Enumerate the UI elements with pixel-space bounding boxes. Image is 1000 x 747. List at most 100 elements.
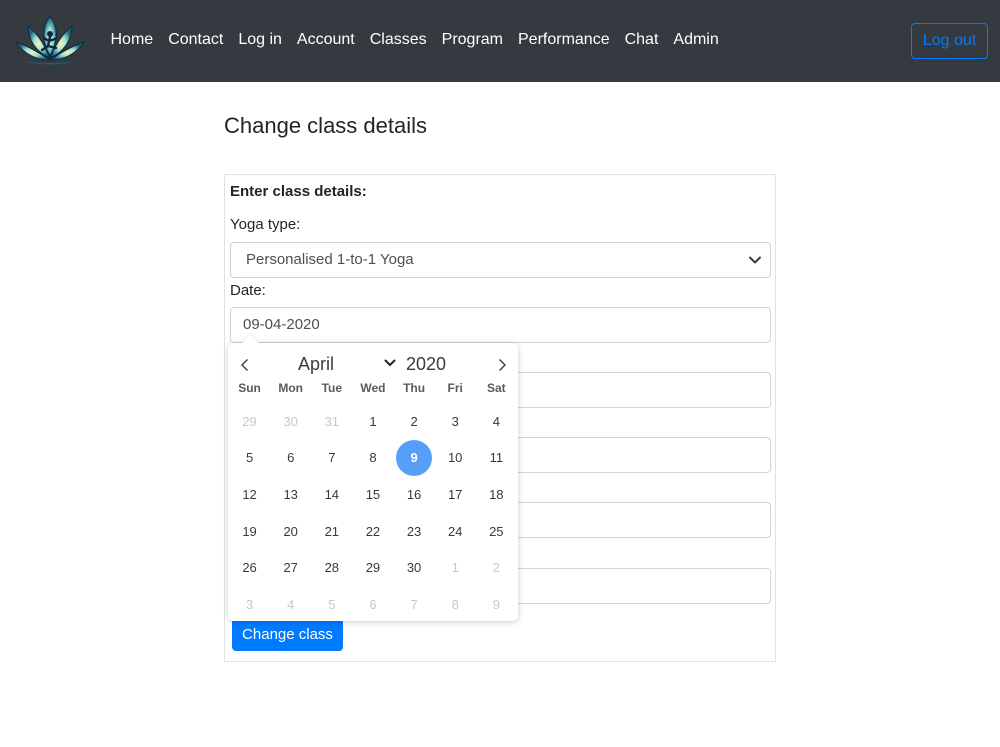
- calendar-day[interactable]: 1: [435, 549, 476, 586]
- calendar-day[interactable]: 25: [476, 513, 517, 550]
- calendar-day-number: 15: [365, 486, 381, 502]
- weekday-label: Thu: [403, 381, 426, 395]
- calendar-day-number: 5: [245, 450, 254, 466]
- nav-link-account[interactable]: Account: [289, 30, 362, 50]
- calendar-day-number: 29: [242, 413, 257, 429]
- calendar-day[interactable]: 26: [229, 549, 270, 586]
- calendar-day[interactable]: 18: [476, 476, 517, 513]
- chevron-down-icon[interactable]: [384, 357, 396, 369]
- date-label: Date:: [230, 282, 266, 299]
- calendar-day[interactable]: 11: [476, 440, 517, 477]
- calendar-day[interactable]: 8: [352, 440, 393, 477]
- calendar-day-number: 4: [287, 596, 295, 612]
- yoga-type-value: Personalised 1-to-1 Yoga: [246, 251, 414, 268]
- yoga-type-select[interactable]: Personalised 1-to-1 Yoga: [230, 242, 771, 278]
- nav-link-chat[interactable]: Chat: [617, 30, 666, 50]
- calendar-day[interactable]: 15: [352, 476, 393, 513]
- nav-link-classes[interactable]: Classes: [362, 30, 434, 50]
- calendar-day-number: 7: [328, 450, 336, 466]
- calendar-day[interactable]: 29: [352, 549, 393, 586]
- calendar-day[interactable]: 30: [270, 403, 311, 440]
- calendar-day-number: 1: [369, 413, 377, 429]
- weekday-header: Sun Mon Tue Wed Thu Fri Sat: [229, 381, 517, 395]
- calendar-day[interactable]: 4: [270, 586, 311, 623]
- month-select[interactable]: April: [298, 353, 334, 375]
- logout-button[interactable]: Log out: [911, 23, 988, 59]
- calendar-day[interactable]: 1: [352, 403, 393, 440]
- calendar-day-number: 16: [406, 486, 422, 502]
- calendar-day[interactable]: 20: [270, 513, 311, 550]
- form-heading: Enter class details:: [230, 183, 367, 200]
- calendar-day[interactable]: 7: [311, 440, 352, 477]
- calendar-day[interactable]: 12: [229, 476, 270, 513]
- date-picker-popup: April 2020 Sun Mon Tue Wed Thu Fri Sat 2…: [228, 334, 518, 623]
- calendar-day-number: 17: [447, 486, 463, 502]
- calendar-day[interactable]: 9: [476, 586, 517, 623]
- calendar-day-selected[interactable]: 9: [394, 439, 435, 477]
- calendar-day[interactable]: 13: [270, 476, 311, 513]
- calendar-day-number: 12: [242, 486, 257, 502]
- calendar-day[interactable]: 16: [394, 476, 435, 513]
- nav-link-home[interactable]: Home: [103, 30, 161, 50]
- nav-links: Home Contact Log in Account Classes Prog…: [103, 30, 726, 50]
- next-month-icon[interactable]: [494, 357, 510, 373]
- calendar-day[interactable]: 5: [229, 440, 270, 477]
- calendar-day[interactable]: 30: [394, 549, 435, 586]
- calendar-day[interactable]: 28: [311, 549, 352, 586]
- nav-link-admin[interactable]: Admin: [666, 30, 726, 50]
- calendar-day[interactable]: 3: [435, 403, 476, 440]
- calendar-day-number: 1: [451, 560, 459, 576]
- calendar-day-number: 20: [283, 523, 298, 539]
- lotus-yoga-logo-icon[interactable]: [14, 12, 86, 70]
- calendar-day-number: 6: [369, 596, 377, 612]
- calendar-day[interactable]: 17: [435, 476, 476, 513]
- nav-link-login[interactable]: Log in: [231, 30, 290, 50]
- calendar-day-number: 6: [287, 450, 295, 466]
- calendar-day-number: 9: [492, 596, 500, 612]
- calendar-day-number: 2: [492, 560, 500, 576]
- calendar-day[interactable]: 7: [394, 586, 435, 623]
- nav-link-performance[interactable]: Performance: [511, 30, 618, 50]
- calendar-day[interactable]: 6: [270, 440, 311, 477]
- calendar-day-number: 7: [410, 596, 418, 612]
- calendar-day[interactable]: 21: [311, 513, 352, 550]
- year-input[interactable]: 2020: [406, 353, 446, 375]
- nav-link-program[interactable]: Program: [434, 30, 510, 50]
- calendar-day[interactable]: 4: [476, 403, 517, 440]
- change-class-button[interactable]: Change class: [232, 618, 343, 651]
- navbar: Home Contact Log in Account Classes Prog…: [0, 0, 1000, 82]
- calendar-day[interactable]: 19: [229, 513, 270, 550]
- calendar-day-number: 30: [406, 560, 422, 576]
- calendar-day[interactable]: 24: [435, 513, 476, 550]
- calendar-day[interactable]: 29: [229, 403, 270, 440]
- calendar-day[interactable]: 14: [311, 476, 352, 513]
- calendar-day-number: 19: [242, 523, 257, 539]
- calendar-day[interactable]: 8: [435, 586, 476, 623]
- calendar-day-number: 26: [242, 560, 257, 576]
- date-input[interactable]: 09-04-2020: [230, 307, 771, 343]
- calendar-day[interactable]: 6: [352, 586, 393, 623]
- calendar-day[interactable]: 2: [476, 549, 517, 586]
- calendar-day-number: 30: [283, 413, 298, 429]
- prev-month-icon[interactable]: [237, 357, 253, 373]
- calendar-day-number: 24: [447, 523, 463, 539]
- weekday-label: Mon: [278, 381, 304, 395]
- calendar-day-number: 25: [489, 523, 504, 539]
- calendar-day[interactable]: 31: [311, 403, 352, 440]
- calendar-day-number: 11: [489, 450, 504, 466]
- calendar-day-number: 2: [410, 413, 418, 429]
- calendar-day[interactable]: 22: [352, 513, 393, 550]
- calendar-day-number: 3: [245, 596, 254, 612]
- calendar-day[interactable]: 10: [435, 440, 476, 477]
- calendar-day-number: 9: [396, 439, 433, 476]
- calendar-day[interactable]: 3: [229, 586, 270, 623]
- calendar-day-number: 31: [324, 413, 340, 429]
- calendar-day-number: 4: [492, 413, 500, 429]
- nav-link-contact[interactable]: Contact: [161, 30, 231, 50]
- calendar-day[interactable]: 2: [394, 403, 435, 440]
- weekday-label: Fri: [447, 381, 463, 395]
- calendar-day[interactable]: 27: [270, 549, 311, 586]
- calendar-day[interactable]: 5: [311, 586, 352, 623]
- calendar-day[interactable]: 23: [394, 513, 435, 550]
- chevron-down-icon: [749, 256, 761, 264]
